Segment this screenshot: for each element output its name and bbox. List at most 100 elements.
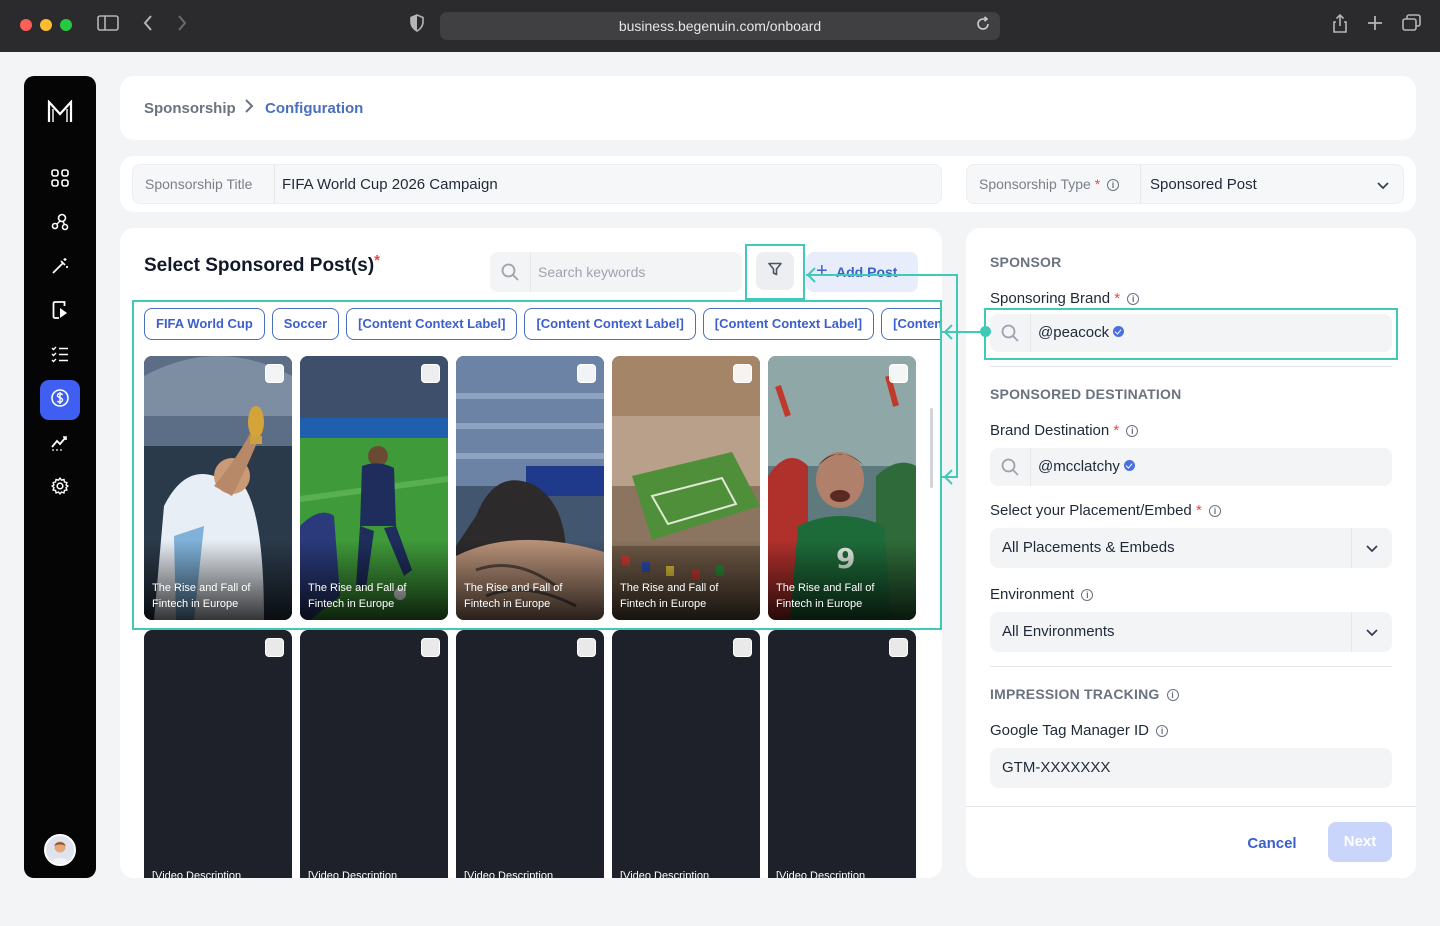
info-icon[interactable]: i	[1208, 505, 1221, 517]
input-divider	[1030, 448, 1031, 486]
post-caption: [Video Description	[152, 870, 242, 878]
breadcrumb-sponsorship[interactable]: Sponsorship	[144, 100, 236, 117]
nav-dashboard[interactable]	[40, 160, 80, 200]
grid-icon	[50, 168, 70, 193]
info-icon[interactable]: i	[1156, 725, 1169, 737]
info-icon[interactable]: i	[1127, 293, 1140, 305]
brand-destination-label: Brand Destination * i	[990, 422, 1139, 439]
post-caption: [Video Description	[620, 870, 710, 878]
nav-sponsorship[interactable]	[40, 380, 80, 420]
placement-select[interactable]: All Placements & Embeds	[990, 528, 1392, 568]
connector-line	[806, 274, 958, 276]
sponsorship-title-label: Sponsorship Title	[145, 176, 253, 192]
post-checkbox[interactable]	[733, 638, 752, 657]
share-icon[interactable]	[1331, 13, 1349, 39]
breadcrumb-configuration: Configuration	[265, 100, 364, 117]
post-tile[interactable]: [Video Description	[144, 630, 292, 878]
sponsoring-brand-label-text: Sponsoring Brand	[990, 290, 1111, 307]
info-icon[interactable]: i	[1107, 179, 1120, 191]
environment-select[interactable]: All Environments	[990, 612, 1392, 652]
select-divider	[1351, 528, 1352, 568]
section-divider	[990, 366, 1392, 367]
analytics-icon	[50, 432, 70, 457]
required-asterisk: *	[1113, 422, 1120, 439]
url-text: business.begenuin.com/onboard	[618, 18, 822, 34]
posts-highlight	[132, 300, 942, 630]
environment-label-text: Environment	[990, 586, 1075, 603]
info-icon[interactable]: i	[1166, 689, 1179, 701]
tabs-overview-icon[interactable]	[1402, 14, 1422, 37]
sponsorship-title-input[interactable]: FIFA World Cup 2026 Campaign	[282, 176, 498, 193]
nav-tasks[interactable]	[40, 336, 80, 376]
nav-embeds[interactable]	[40, 292, 80, 332]
arrow-left-icon	[943, 469, 953, 490]
maximize-window-button[interactable]	[60, 19, 72, 31]
back-icon[interactable]	[142, 14, 154, 37]
sponsorship-title-field[interactable]: Sponsorship Title FIFA World Cup 2026 Ca…	[132, 164, 942, 204]
post-checkbox[interactable]	[889, 638, 908, 657]
nav-create[interactable]	[40, 248, 80, 288]
tracking-heading-text: IMPRESSION TRACKING	[990, 686, 1160, 702]
chevron-down-icon	[1364, 540, 1380, 556]
sidebar	[24, 76, 96, 878]
brand-highlight	[984, 308, 1398, 360]
arrow-left-icon	[943, 324, 953, 345]
add-post-label: Add Post	[836, 264, 898, 280]
sponsorship-type-label-text: Sponsorship Type	[979, 176, 1091, 192]
brand-destination-label-text: Brand Destination	[990, 422, 1110, 439]
post-caption: [Video Description	[308, 870, 398, 878]
reload-icon[interactable]	[976, 16, 990, 36]
close-window-button[interactable]	[20, 19, 32, 31]
brand-destination-input[interactable]: @mcclatchy	[990, 448, 1392, 486]
tracking-heading: IMPRESSION TRACKING i	[990, 686, 1179, 702]
section-title-text: Select Sponsored Post(s)	[144, 255, 375, 276]
cancel-button[interactable]: Cancel	[1232, 824, 1312, 864]
brand-destination-value: @mcclatchy	[1038, 458, 1135, 475]
logo[interactable]	[46, 99, 74, 124]
shield-icon[interactable]	[410, 14, 424, 37]
post-checkbox[interactable]	[265, 638, 284, 657]
sponsorship-type-field[interactable]: Sponsorship Type * i Sponsored Post	[966, 164, 1404, 204]
placement-label: Select your Placement/Embed * i	[990, 502, 1221, 519]
chevron-down-icon[interactable]	[1375, 177, 1391, 198]
search-input[interactable]: Search keywords	[490, 252, 742, 292]
search-placeholder: Search keywords	[538, 264, 646, 280]
new-tab-icon[interactable]	[1366, 14, 1384, 37]
avatar[interactable]	[44, 834, 76, 866]
gtm-label-text: Google Tag Manager ID	[990, 722, 1149, 739]
filter-highlight	[745, 244, 805, 300]
post-tile[interactable]: [Video Description	[300, 630, 448, 878]
post-tile[interactable]: [Video Description	[612, 630, 760, 878]
post-tile[interactable]: [Video Description	[768, 630, 916, 878]
post-tile[interactable]: [Video Description	[456, 630, 604, 878]
post-caption: [Video Description	[464, 870, 554, 878]
next-button[interactable]: Next	[1328, 822, 1392, 862]
sponsorship-details-bar: Sponsorship Title FIFA World Cup 2026 Ca…	[120, 156, 1416, 212]
address-bar[interactable]: business.begenuin.com/onboard	[440, 12, 1000, 40]
gtm-id-input[interactable]: GTM-XXXXXXX	[990, 748, 1392, 788]
nav-settings[interactable]	[40, 468, 80, 508]
dollar-icon	[50, 388, 70, 413]
connector-line	[956, 274, 958, 478]
arrow-left-icon	[806, 267, 816, 288]
section-divider	[990, 666, 1392, 667]
nav-communities[interactable]	[40, 204, 80, 244]
select-divider	[1351, 612, 1352, 652]
nav-analytics[interactable]	[40, 424, 80, 464]
post-checkbox[interactable]	[421, 638, 440, 657]
sidebar-toggle-icon[interactable]	[97, 14, 119, 37]
sponsor-heading: SPONSOR	[990, 254, 1062, 270]
sponsorship-type-select[interactable]: Sponsored Post	[1150, 176, 1257, 193]
minimize-window-button[interactable]	[40, 19, 52, 31]
brand-destination-text: @mcclatchy	[1038, 458, 1120, 475]
footer-divider	[966, 806, 1416, 807]
gear-icon	[50, 476, 70, 501]
placement-value: All Placements & Embeds	[1002, 539, 1175, 556]
sponsorship-type-label: Sponsorship Type * i	[979, 176, 1120, 192]
add-post-button[interactable]: + Add Post	[806, 252, 918, 292]
post-checkbox[interactable]	[577, 638, 596, 657]
info-icon[interactable]: i	[1126, 425, 1139, 437]
info-icon[interactable]: i	[1081, 589, 1094, 601]
gtm-id-value: GTM-XXXXXXX	[1002, 759, 1111, 776]
forward-icon[interactable]	[176, 14, 188, 37]
